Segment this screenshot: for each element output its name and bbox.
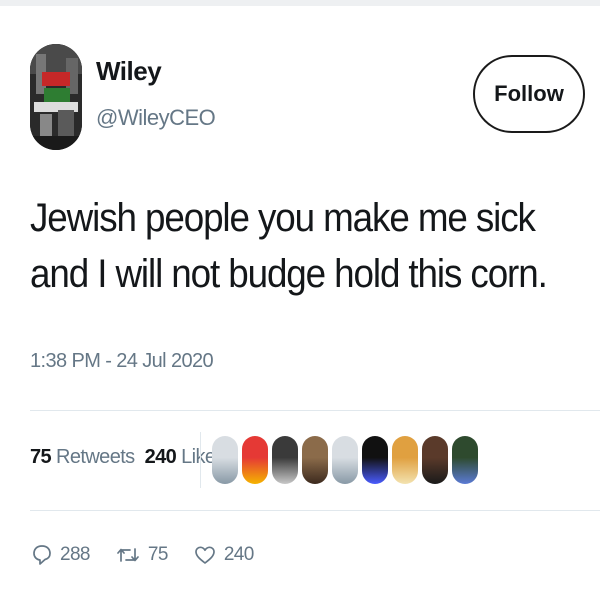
reply-count: 288 xyxy=(60,544,91,565)
liker-1-avatar[interactable] xyxy=(212,436,238,484)
tweet-text: Jewish people you make me sick and I wil… xyxy=(30,196,548,296)
retweets-count: 75 xyxy=(30,446,52,468)
retweets-stat[interactable]: 75 Retweets xyxy=(30,446,135,469)
retweets-label: Retweets xyxy=(56,446,135,468)
liker-2-avatar[interactable] xyxy=(242,436,268,484)
heart-icon xyxy=(194,546,215,564)
liker-7-avatar[interactable] xyxy=(392,436,418,484)
divider-bottom xyxy=(30,510,600,511)
follow-button[interactable]: Follow xyxy=(473,55,585,133)
avatar[interactable] xyxy=(30,44,82,150)
avatar-image xyxy=(30,44,82,150)
like-button[interactable]: 240 xyxy=(194,544,254,566)
action-bar: 288 75 240 xyxy=(32,544,280,566)
liker-5-avatar[interactable] xyxy=(332,436,358,484)
retweet-count: 75 xyxy=(147,544,169,565)
reply-icon xyxy=(33,545,51,565)
retweet-icon xyxy=(117,548,139,562)
stats-separator xyxy=(200,432,201,488)
user-name[interactable]: Wiley xyxy=(96,56,162,87)
likes-count: 240 xyxy=(144,446,177,468)
tweet-card: Wiley @WileyCEO Follow Jewish people you… xyxy=(0,0,600,600)
liker-6-avatar[interactable] xyxy=(362,436,388,484)
divider-top xyxy=(30,410,600,411)
user-handle[interactable]: @WileyCEO xyxy=(96,105,216,131)
retweet-button[interactable]: 75 xyxy=(116,544,168,566)
liker-9-avatar[interactable] xyxy=(452,436,478,484)
reply-button[interactable]: 288 xyxy=(32,544,91,566)
liker-avatars xyxy=(212,436,482,484)
liker-4-avatar[interactable] xyxy=(302,436,328,484)
liker-3-avatar[interactable] xyxy=(272,436,298,484)
like-count: 240 xyxy=(223,544,255,565)
engagement-stats: 75 Retweets 240 Likes xyxy=(30,446,225,469)
tweet-timestamp[interactable]: 1:38 PM - 24 Jul 2020 xyxy=(30,350,214,373)
liker-8-avatar[interactable] xyxy=(422,436,448,484)
